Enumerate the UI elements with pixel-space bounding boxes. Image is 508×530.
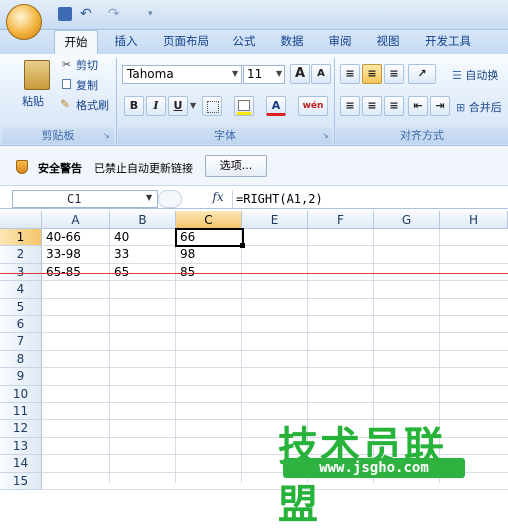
group-separator (334, 58, 335, 144)
tab-review[interactable]: 审阅 (320, 30, 360, 54)
row-header-8[interactable]: 8 (0, 350, 42, 369)
formula-bar-grip-icon[interactable] (158, 190, 182, 208)
name-box-dropdown-icon[interactable]: ▼ (146, 193, 152, 202)
underline-dropdown-icon[interactable]: ▼ (190, 101, 196, 110)
tab-formulas[interactable]: 公式 (224, 30, 264, 54)
tab-data[interactable]: 数据 (272, 30, 312, 54)
phonetic-guide-button[interactable]: wén (298, 96, 328, 116)
select-all-corner[interactable] (0, 211, 42, 229)
security-warning-title: 安全警告 (38, 162, 82, 175)
align-left-icon[interactable]: ≡ (340, 96, 360, 116)
cell-b1[interactable]: 40 (111, 229, 176, 246)
clipboard-launcher-icon[interactable]: ↘ (103, 131, 110, 140)
row-header-14[interactable]: 14 (0, 455, 42, 473)
annotation-red-line (0, 273, 508, 274)
row-header-2[interactable]: 2 (0, 246, 42, 264)
increase-indent-icon[interactable]: ⇥ (430, 96, 450, 116)
font-family-select[interactable]: Tahoma (122, 65, 242, 84)
shield-icon (16, 160, 28, 174)
group-separator (116, 58, 117, 144)
font-size-dropdown-icon[interactable]: ▼ (276, 69, 282, 78)
alignment-group-label: 对齐方式 (336, 128, 508, 144)
row-header-12[interactable]: 12 (0, 420, 42, 438)
redo-icon[interactable]: ↷ (108, 7, 122, 21)
row-header-1[interactable]: 1 (0, 229, 42, 247)
column-header-h[interactable]: H (440, 211, 508, 229)
font-family-dropdown-icon[interactable]: ▼ (232, 69, 238, 78)
font-color-button[interactable]: A (266, 96, 286, 116)
row-header-5[interactable]: 5 (0, 298, 42, 316)
italic-button[interactable]: I (146, 96, 166, 116)
column-header-f[interactable]: F (308, 211, 374, 229)
save-icon[interactable] (58, 7, 72, 21)
row-header-4[interactable]: 4 (0, 281, 42, 299)
align-middle-icon[interactable]: ≡ (362, 64, 382, 84)
shrink-font-button[interactable]: A (311, 64, 331, 84)
grow-font-button[interactable]: A (290, 64, 310, 84)
align-bottom-icon[interactable]: ≡ (384, 64, 404, 84)
copy-icon (62, 79, 71, 89)
row-header-11[interactable]: 11 (0, 403, 42, 421)
underline-button[interactable]: U (168, 96, 188, 116)
orientation-icon[interactable]: ↗ (408, 64, 436, 84)
merge-cells-icon: ⊞ (456, 101, 466, 114)
formula-bar-divider (232, 190, 233, 208)
row-header-13[interactable]: 13 (0, 437, 42, 456)
name-box[interactable]: C1 (12, 190, 158, 208)
paste-icon[interactable] (24, 60, 50, 90)
font-launcher-icon[interactable]: ↘ (322, 131, 329, 140)
copy-button[interactable]: 复制 (76, 76, 98, 96)
paste-button[interactable]: 粘贴 (22, 92, 54, 112)
cell-a2[interactable]: 33-98 (43, 246, 110, 263)
merge-center-button[interactable]: 合并后 (469, 101, 502, 114)
wrap-text-button[interactable]: 自动换 (465, 69, 498, 82)
tab-view[interactable]: 视图 (368, 30, 408, 54)
tab-page-layout[interactable]: 页面布局 (154, 30, 218, 54)
cell-a1[interactable]: 40-66 (43, 229, 110, 246)
cut-icon: ✂ (62, 58, 72, 71)
decrease-indent-icon[interactable]: ⇤ (408, 96, 428, 116)
undo-icon[interactable]: ↶ (80, 7, 94, 21)
column-header-a[interactable]: A (42, 211, 110, 229)
row-header-9[interactable]: 9 (0, 368, 42, 386)
office-button[interactable] (6, 4, 42, 40)
align-right-icon[interactable]: ≡ (384, 96, 404, 116)
column-header-e[interactable]: E (242, 211, 308, 229)
cell-b2[interactable]: 33 (111, 246, 176, 263)
cut-button[interactable]: 剪切 (76, 56, 98, 76)
row-header-15[interactable]: 15 (0, 472, 42, 490)
security-warning-message: 已禁止自动更新链接 (94, 162, 193, 175)
active-cell-border (175, 228, 244, 247)
formula-input[interactable]: =RIGHT(A1,2) (236, 189, 323, 209)
row-header-10[interactable]: 10 (0, 385, 42, 403)
watermark-url: www.jsgho.com (283, 458, 465, 478)
tab-developer[interactable]: 开发工具 (416, 30, 480, 54)
column-header-g[interactable]: G (374, 211, 440, 229)
insert-function-button[interactable]: fx (206, 190, 230, 208)
column-header-b[interactable]: B (110, 211, 176, 229)
align-center-icon[interactable]: ≡ (362, 96, 382, 116)
qat-customize-icon[interactable]: ▾ (148, 7, 162, 21)
column-header-c[interactable]: C (176, 211, 242, 229)
security-options-button[interactable]: 选项... (205, 155, 267, 177)
tab-home[interactable]: 开始 (54, 30, 98, 54)
borders-icon[interactable] (202, 96, 222, 116)
wrap-text-icon: ☰ (452, 69, 462, 82)
row-header-7[interactable]: 7 (0, 333, 42, 351)
row-header-6[interactable]: 6 (0, 316, 42, 334)
format-painter-icon: ✎ (60, 97, 71, 111)
title-bar (0, 0, 508, 30)
font-group-label: 字体 (118, 128, 332, 144)
align-top-icon[interactable]: ≡ (340, 64, 360, 84)
tab-insert[interactable]: 插入 (104, 30, 148, 54)
fill-color-icon[interactable] (234, 96, 254, 116)
format-painter-button[interactable]: 格式刷 (76, 96, 109, 116)
cell-c2[interactable]: 98 (177, 246, 242, 263)
fill-handle[interactable] (240, 243, 245, 248)
bold-button[interactable]: B (124, 96, 144, 116)
clipboard-group-label: 剪贴板 (2, 128, 114, 144)
